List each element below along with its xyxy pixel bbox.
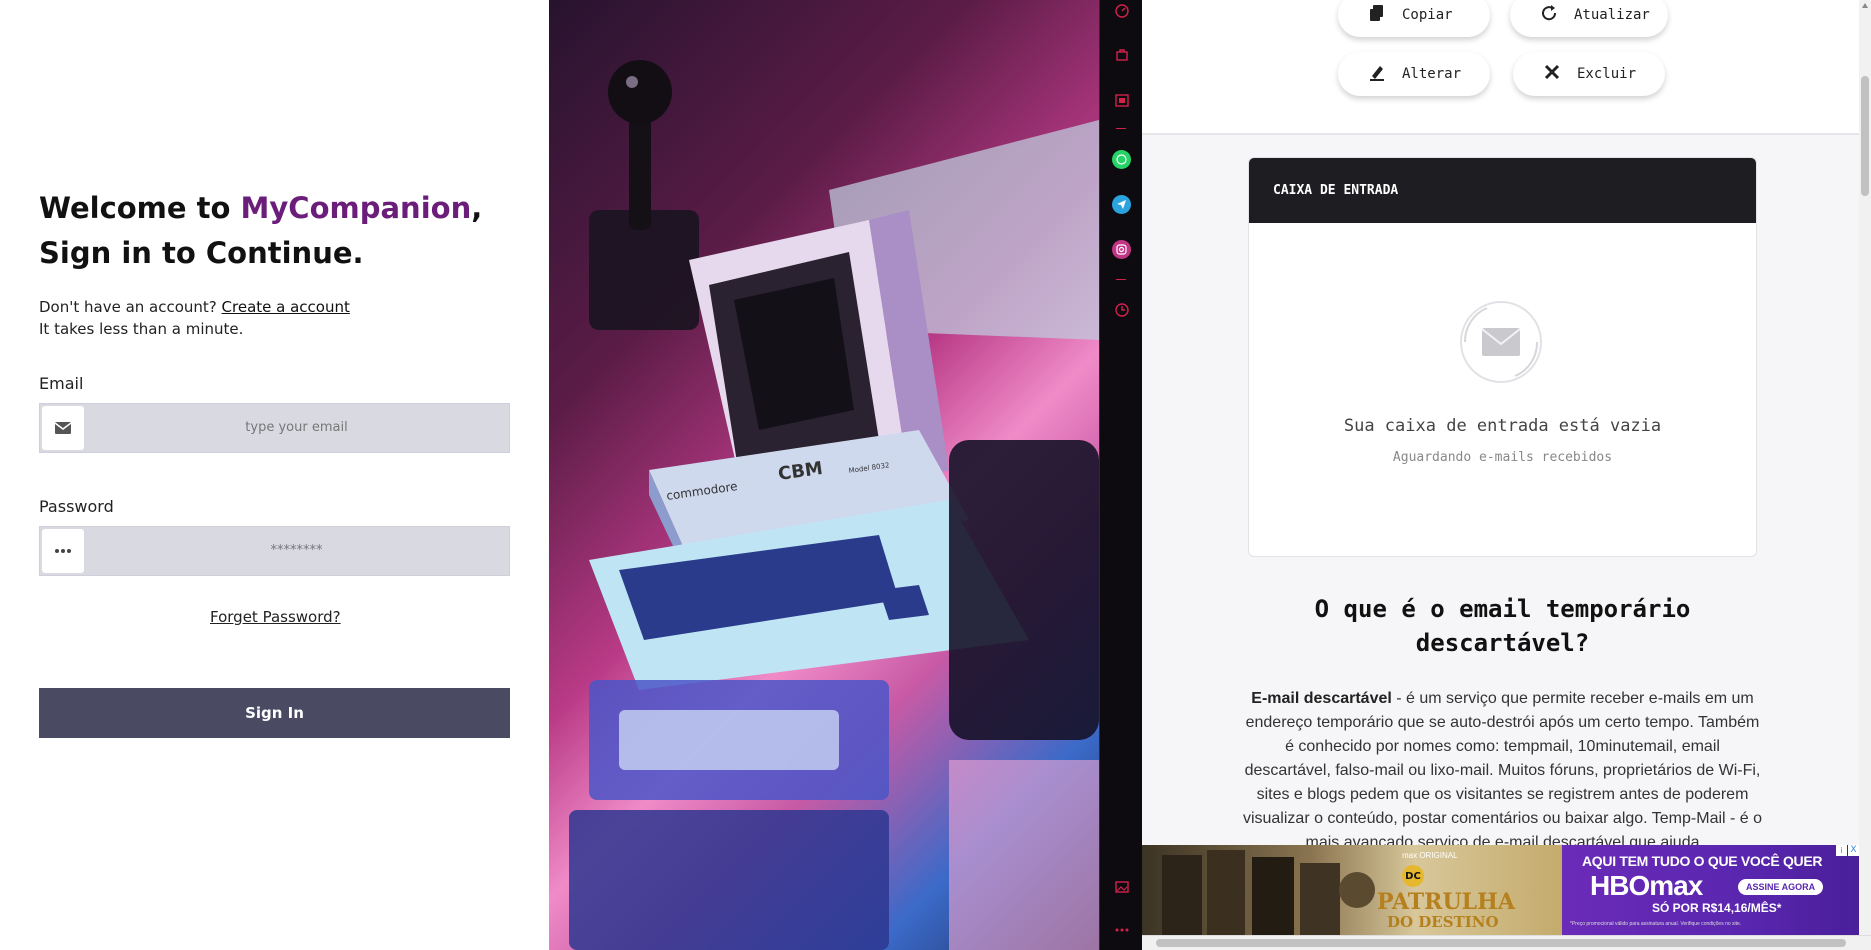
brand-name: MyCompanion <box>240 191 472 225</box>
scrollbar-thumb[interactable] <box>1861 76 1869 196</box>
signup-text: Don't have an account? <box>39 298 222 316</box>
inbox-card: CAIXA DE ENTRADA Sua caixa de entrada es… <box>1248 157 1757 557</box>
vertical-scrollbar[interactable] <box>1859 0 1871 950</box>
strip-divider <box>1116 279 1126 280</box>
signup-note: It takes less than a minute. <box>39 320 244 338</box>
inbox-title: CAIXA DE ENTRADA <box>1249 158 1756 223</box>
welcome-prefix: Welcome to <box>39 191 241 225</box>
copy-icon <box>1366 4 1388 26</box>
ad-title-line2: DO DESTINO <box>1387 913 1499 931</box>
retro-computer-photo: commodore CBM Model 8032 <box>549 0 1099 950</box>
instagram-icon[interactable] <box>1112 240 1131 259</box>
create-account-link[interactable]: Create a account <box>222 298 350 316</box>
delete-button[interactable]: Excluir <box>1513 52 1665 96</box>
info-paragraph: E-mail descartável - é um serviço que pe… <box>1242 687 1763 855</box>
ad-fineprint: *Preço promocional válido para assinatur… <box>1570 921 1742 927</box>
hbomax-logo: HBOmax <box>1590 870 1703 901</box>
signup-prompt: Don't have an account? Create a account … <box>39 296 350 340</box>
close-icon <box>1541 64 1563 85</box>
strip-divider <box>1116 128 1126 129</box>
speedometer-icon[interactable] <box>1112 1 1131 20</box>
calendar-icon[interactable] <box>1112 90 1131 109</box>
horizontal-scrollbar[interactable] <box>1142 935 1871 950</box>
welcome-line2: Sign in to Continue. <box>39 236 364 270</box>
password-placeholder: ******** <box>270 543 323 558</box>
email-placeholder: type your email <box>245 420 348 435</box>
refresh-label: Atualizar <box>1574 7 1650 23</box>
horizontal-scrollbar-thumb[interactable] <box>1156 939 1846 947</box>
ad-offer: AQUI TEM TUDO O QUE VOCÊ QUER HBOmax ASS… <box>1562 845 1859 935</box>
retro-computer-illustration: commodore CBM Model 8032 <box>569 60 1099 950</box>
dots-icon <box>42 529 84 573</box>
delete-label: Excluir <box>1577 66 1637 82</box>
ad-headline: AQUI TEM TUDO O QUE VOCÊ QUER <box>1582 853 1823 869</box>
dc-logo: DC <box>1402 865 1424 887</box>
image-icon[interactable] <box>1112 877 1131 896</box>
envelope-icon <box>42 406 84 450</box>
refresh-button[interactable]: Atualizar <box>1510 0 1668 37</box>
ad-title-line1: PATRULHA <box>1377 889 1515 915</box>
ad-cta-button[interactable]: ASSINE AGORA <box>1738 879 1824 895</box>
action-toolbar: Copiar Atualizar Alterar Excluir <box>1142 0 1871 135</box>
copy-button[interactable]: Copiar <box>1338 0 1490 37</box>
ad-price: SÓ POR R$14,16/MÊS* <box>1652 901 1782 915</box>
ad-max-original: max ORIGINAL <box>1402 851 1458 860</box>
side-icon-strip <box>1099 0 1142 950</box>
welcome-suffix: , <box>471 191 483 225</box>
empty-inbox-icon <box>1460 301 1542 383</box>
change-label: Alterar <box>1402 66 1462 82</box>
login-panel: Welcome to MyCompanion, Sign in to Conti… <box>0 0 549 950</box>
sign-in-button[interactable]: Sign In <box>39 688 510 738</box>
temp-mail-panel: Copiar Atualizar Alterar Excluir CAIXA D… <box>1142 0 1871 950</box>
pen-icon <box>1366 63 1388 86</box>
info-heading: O que é o email temporário descartável? <box>1314 595 1691 657</box>
empty-inbox-subtitle: Aguardando e-mails recebidos <box>1392 450 1613 465</box>
copy-label: Copiar <box>1402 7 1453 23</box>
bag-icon[interactable] <box>1112 44 1131 63</box>
ad-artwork: max ORIGINAL DC PATRULHA DO DESTINO <box>1142 845 1562 935</box>
whatsapp-icon[interactable] <box>1112 150 1131 169</box>
ad-close-icon[interactable]: X <box>1848 845 1859 856</box>
email-field[interactable]: type your email <box>39 403 510 453</box>
clock-icon[interactable] <box>1112 300 1131 319</box>
email-label: Email <box>39 374 84 393</box>
password-field[interactable]: ******** <box>39 526 510 576</box>
refresh-icon <box>1538 4 1560 27</box>
password-label: Password <box>39 497 114 516</box>
scroll-up-icon[interactable] <box>1862 3 1868 8</box>
welcome-heading: Welcome to MyCompanion, Sign in to Conti… <box>39 186 482 276</box>
info-paragraph-text: - é um serviço que permite receber e-mai… <box>1242 690 1763 851</box>
change-button[interactable]: Alterar <box>1338 52 1490 96</box>
forgot-password-link[interactable]: Forget Password? <box>210 608 341 626</box>
more-icon[interactable] <box>1112 920 1131 939</box>
ad-info-icon[interactable]: i <box>1836 845 1847 856</box>
empty-inbox-title: Sua caixa de entrada está vazia <box>1343 416 1662 436</box>
ad-banner[interactable]: max ORIGINAL DC PATRULHA DO DESTINO AQUI… <box>1142 845 1859 935</box>
telegram-icon[interactable] <box>1112 195 1131 214</box>
info-paragraph-bold: E-mail descartável <box>1251 690 1392 707</box>
